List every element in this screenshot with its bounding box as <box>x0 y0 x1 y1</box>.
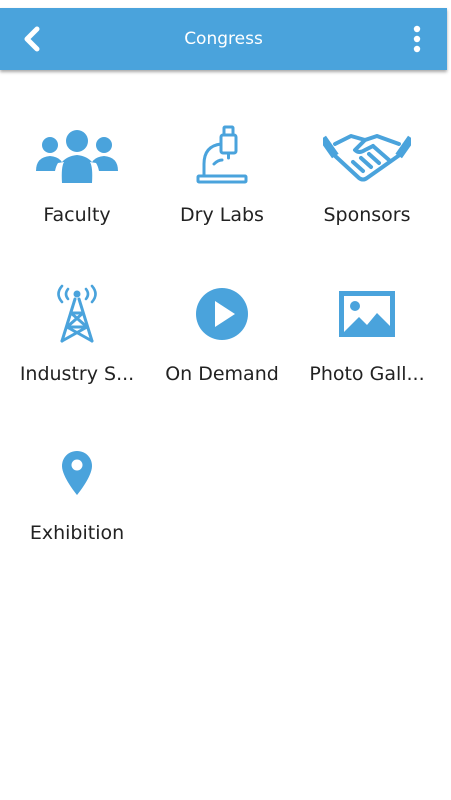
menu-tile-industry-sessions[interactable]: Industry S... <box>2 259 152 409</box>
menu-tile-label: Photo Gall... <box>309 363 425 385</box>
image-icon <box>339 291 395 337</box>
menu-tile-dry-labs[interactable]: Dry Labs <box>147 100 297 250</box>
menu-tile-sponsors[interactable]: Sponsors <box>292 100 442 250</box>
menu-tile-exhibition[interactable]: Exhibition <box>2 418 152 568</box>
play-circle-icon <box>196 288 248 340</box>
menu-tile-on-demand[interactable]: On Demand <box>147 259 297 409</box>
group-people-icon <box>36 130 118 183</box>
app-bar: Congress <box>0 8 447 70</box>
broadcast-tower-icon <box>57 284 97 343</box>
menu-tile-faculty[interactable]: Faculty <box>2 100 152 250</box>
more-vertical-icon <box>413 25 421 53</box>
menu-tile-label: On Demand <box>165 363 279 385</box>
handshake-icon <box>323 134 411 182</box>
menu-tile-label: Exhibition <box>29 522 125 544</box>
map-pin-icon <box>62 451 92 495</box>
menu-tile-photo-gallery[interactable]: Photo Gall... <box>292 259 442 409</box>
overflow-menu-button[interactable] <box>401 23 433 55</box>
menu-tile-label: Dry Labs <box>180 204 264 226</box>
menu-tile-label: Faculty <box>43 204 111 226</box>
page-title: Congress <box>184 29 263 49</box>
screen: Congress Faculty Dry Labs Sponsors Indus… <box>0 0 451 800</box>
chevron-left-icon <box>24 26 40 52</box>
menu-tile-label: Sponsors <box>323 204 411 226</box>
microscope-icon <box>196 125 248 184</box>
menu-tile-label: Industry S... <box>19 363 135 385</box>
back-button[interactable] <box>14 23 50 55</box>
